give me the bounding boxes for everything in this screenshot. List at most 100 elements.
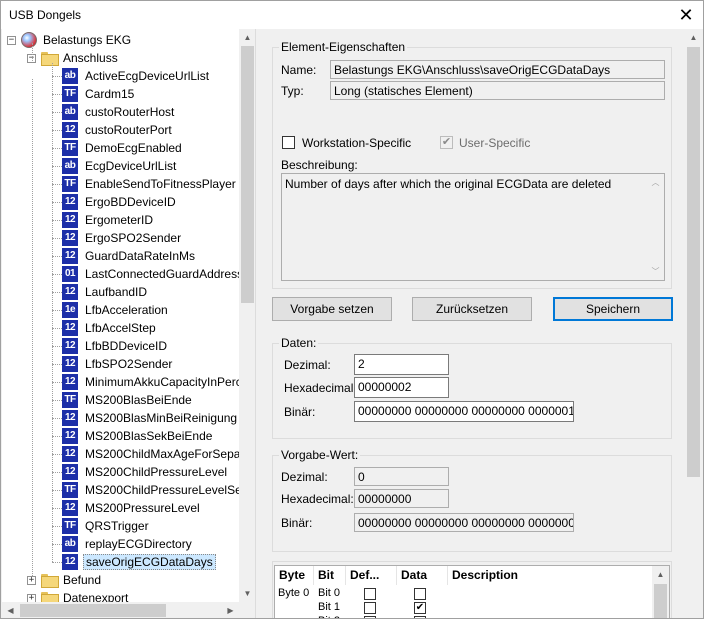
tree-connector-line xyxy=(52,562,62,563)
tree-item-ergometerid[interactable]: 12 ErgometerID xyxy=(62,211,155,229)
type-ab-icon: ab xyxy=(62,68,78,84)
tree-item-enablesendtofitnessplayer[interactable]: TF EnableSendToFitnessPlayer xyxy=(62,175,238,193)
tree-item-ergobddeviceid[interactable]: 12 ErgoBDDeviceID xyxy=(62,193,178,211)
bits-header-description[interactable]: Description xyxy=(448,566,655,585)
tree-item-custorouterhost[interactable]: ab custoRouterHost xyxy=(62,103,176,121)
data-decimal-input[interactable]: 2 xyxy=(354,354,449,375)
tree-connector-line xyxy=(52,508,62,509)
tree-connector-line xyxy=(52,418,62,419)
bits-header-default[interactable]: Def... xyxy=(346,566,397,585)
tree-connector-line xyxy=(52,94,62,95)
tree-item-qrstrigger[interactable]: TF QRSTrigger xyxy=(62,517,151,535)
tree-item-lfbaccelstep[interactable]: 12 LfbAccelStep xyxy=(62,319,158,337)
scroll-left-icon[interactable]: ◀ xyxy=(2,602,19,618)
tree-item-ecgdeviceurllist[interactable]: ab EcgDeviceUrlList xyxy=(62,157,178,175)
bits-table[interactable]: Byte Bit Def... Data Description Byte 0 B… xyxy=(274,565,670,618)
data-binary-input[interactable]: 00000000 00000000 00000000 00000010 xyxy=(354,401,574,422)
type-label: Typ: xyxy=(281,84,304,98)
tree-horizontal-scrollbar[interactable]: ◀ ▶ xyxy=(2,602,255,618)
tree-item-ms200childpressurelevel[interactable]: 12 MS200ChildPressureLevel xyxy=(62,463,229,481)
name-label: Name: xyxy=(281,63,317,77)
description-scroll-up-icon[interactable]: ︿ xyxy=(647,174,664,191)
workstation-specific-checkbox[interactable] xyxy=(282,136,295,149)
tree-item-label: LfbAccelStep xyxy=(85,321,156,335)
tree-vertical-scroll-thumb[interactable] xyxy=(241,46,254,303)
tree-item-ms200pressurelevel[interactable]: 12 MS200PressureLevel xyxy=(62,499,202,517)
tree-item-label: ActiveEcgDeviceUrlList xyxy=(85,69,210,83)
default-hex-field: 00000000 xyxy=(354,489,449,508)
collapse-icon[interactable]: − xyxy=(7,35,16,45)
bits-scroll-thumb[interactable] xyxy=(654,584,667,618)
reset-button[interactable]: Zurücksetzen xyxy=(412,297,532,321)
type-12-icon: 12 xyxy=(62,446,78,462)
expand-icon[interactable]: + xyxy=(27,575,36,585)
tree-item-lfbacceleration[interactable]: 1e LfbAcceleration xyxy=(62,301,170,319)
detail-vertical-scrollbar[interactable]: ▲ xyxy=(685,29,702,618)
data-legend: Daten: xyxy=(279,336,319,350)
tree-folder-anschluss[interactable]: − Anschluss xyxy=(27,49,120,67)
bits-header-bit[interactable]: Bit xyxy=(314,566,346,585)
data-hex-input[interactable]: 00000002 xyxy=(354,377,449,398)
bits-scroll-up-icon[interactable]: ▲ xyxy=(652,566,669,583)
bits-header-byte[interactable]: Byte xyxy=(275,566,314,585)
tree-connector-line xyxy=(52,544,62,545)
tree-root-belastungs-ekg[interactable]: − Belastungs EKG xyxy=(7,31,133,49)
description-scrollbar[interactable]: ︿ ﹀ xyxy=(647,174,664,280)
bits-cell-bit: Bit 0 xyxy=(318,587,341,599)
tree-item-ergospo2sender[interactable]: 12 ErgoSPO2Sender xyxy=(62,229,183,247)
workstation-specific-label[interactable]: Workstation-Specific xyxy=(302,136,411,150)
type-12-icon: 12 xyxy=(62,356,78,372)
tree-item-ms200childpressurelevelsepa[interactable]: TF MS200ChildPressureLevelSepa xyxy=(62,481,255,499)
tree-item-label: MS200ChildMaxAgeForSepara xyxy=(85,447,252,461)
tree-item-label: custoRouterHost xyxy=(85,105,175,119)
tree-item-demoecgenabled[interactable]: TF DemoEcgEnabled xyxy=(62,139,184,157)
set-default-button[interactable]: Vorgabe setzen xyxy=(272,297,392,321)
type-tf-icon: TF xyxy=(62,176,78,192)
tree-item-laufbandid[interactable]: 12 LaufbandID xyxy=(62,283,149,301)
tree-horizontal-scroll-thumb[interactable] xyxy=(20,604,166,617)
tree-item-label: MS200BlasSekBeiEnde xyxy=(85,429,213,443)
close-button[interactable]: ✕ xyxy=(669,1,703,29)
bits-default-checkbox[interactable] xyxy=(364,602,376,614)
tree-folder-befund[interactable]: + Befund xyxy=(27,571,103,589)
tree-item-activeecgdeviceurllist[interactable]: ab ActiveEcgDeviceUrlList xyxy=(62,67,211,85)
tree-item-lfbbddeviceid[interactable]: 12 LfbBDDeviceID xyxy=(62,337,169,355)
tree-item-label: MS200BlasMinBeiReinigung xyxy=(85,411,238,425)
detail-scroll-up-icon[interactable]: ▲ xyxy=(685,29,702,46)
tree-item-label: LfbSPO2Sender xyxy=(85,357,173,371)
tree-item-cardm15[interactable]: TF Cardm15 xyxy=(62,85,136,103)
tree-item-replayecgdirectory[interactable]: ab replayECGDirectory xyxy=(62,535,194,553)
bits-default-checkbox[interactable] xyxy=(364,588,376,600)
tree-item-guarddatarateinms[interactable]: 12 GuardDataRateInMs xyxy=(62,247,197,265)
tree-item-lastconnectedguardaddress[interactable]: 01 LastConnectedGuardAddress xyxy=(62,265,245,283)
data-group: Daten: Dezimal: 2 Hexadecimal: 00000002 … xyxy=(272,336,672,439)
scroll-down-icon[interactable]: ▼ xyxy=(239,585,255,602)
type-12-icon: 12 xyxy=(62,122,78,138)
bits-header-data[interactable]: Data xyxy=(397,566,448,585)
tree-item-label: custoRouterPort xyxy=(85,123,172,137)
tree-item-custorouterport[interactable]: 12 custoRouterPort xyxy=(62,121,174,139)
tree-item-ms200blasminbeireinigung[interactable]: 12 MS200BlasMinBeiReinigung xyxy=(62,409,239,427)
type-ab-icon: ab xyxy=(62,104,78,120)
description-scroll-down-icon[interactable]: ﹀ xyxy=(647,263,664,280)
bits-data-checkbox[interactable]: ✔ xyxy=(414,602,426,614)
element-properties-group: Element-Eigenschaften Name: Belastungs E… xyxy=(272,40,672,289)
tree-connector-line xyxy=(52,76,62,77)
scroll-right-icon[interactable]: ▶ xyxy=(222,602,239,618)
detail-scroll-thumb[interactable] xyxy=(687,47,700,477)
tree-item-lfbspo2sender[interactable]: 12 LfbSPO2Sender xyxy=(62,355,174,373)
settings-tree[interactable]: − Belastungs EKG − Anschluss ab ActiveEcgDevi… xyxy=(2,29,256,618)
tree-item-ms200blassekbeiende[interactable]: 12 MS200BlasSekBeiEnde xyxy=(62,427,214,445)
bits-table-scrollbar[interactable]: ▲ xyxy=(652,566,669,618)
tree-item-saveorigecgdatadays[interactable]: 12 saveOrigECGDataDays xyxy=(62,553,216,571)
save-button[interactable]: Speichern xyxy=(553,297,673,321)
tree-item-ms200blasbeiende[interactable]: TF MS200BlasBeiEnde xyxy=(62,391,194,409)
bits-data-checkbox[interactable] xyxy=(414,588,426,600)
tree-connector-line xyxy=(52,238,62,239)
tree-vertical-scrollbar[interactable]: ▲ ▼ xyxy=(239,29,255,602)
tree-item-ms200childmaxageforsepara[interactable]: 12 MS200ChildMaxAgeForSepara xyxy=(62,445,253,463)
tree-connector-line xyxy=(52,382,62,383)
scroll-up-icon[interactable]: ▲ xyxy=(239,29,255,46)
description-textarea[interactable]: Number of days after which the original … xyxy=(281,173,665,281)
tree-item-minimumakkucapacityinperc[interactable]: 12 MinimumAkkuCapacityInPerc xyxy=(62,373,244,391)
